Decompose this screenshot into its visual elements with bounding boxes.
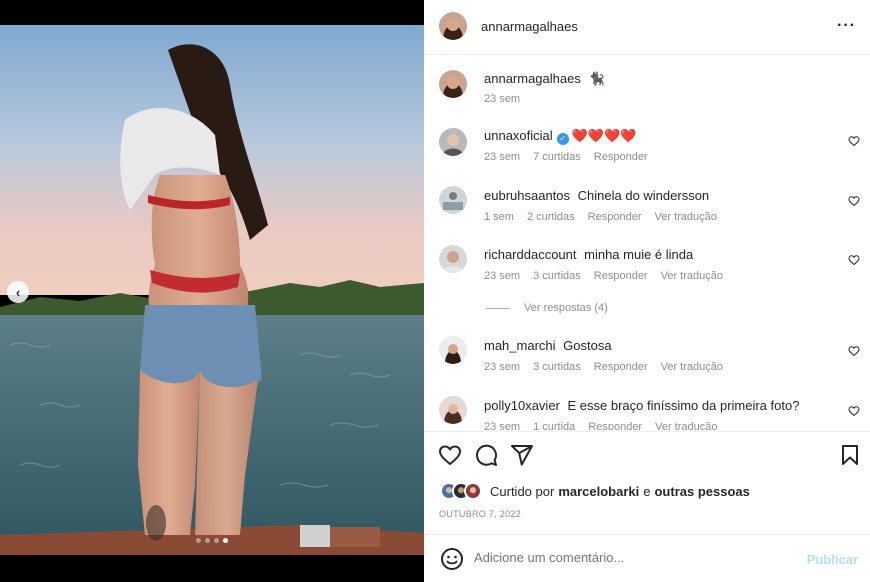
reply-button[interactable]: Responder: [588, 211, 642, 223]
comment-like-heart-icon[interactable]: [848, 195, 860, 207]
liker-avatars: [440, 482, 486, 500]
comment-avatar[interactable]: [439, 186, 467, 214]
author-avatar[interactable]: [439, 12, 467, 40]
caption-avatar[interactable]: [439, 70, 467, 98]
view-replies-button[interactable]: Ver respostas (4): [486, 302, 608, 314]
comment-avatar[interactable]: [439, 128, 467, 156]
comment-text: E esse braço finíssimo da primeira foto?: [567, 398, 800, 413]
comment-time[interactable]: 1 sem: [484, 211, 514, 223]
post-media: ‹: [0, 0, 424, 582]
post-photo[interactable]: [0, 25, 424, 555]
author-username[interactable]: annarmagalhaes: [481, 19, 578, 34]
comment-avatar[interactable]: [439, 336, 467, 364]
comment-username[interactable]: mah_marchi: [484, 338, 556, 353]
post-modal: ‹ annarmagalhaes ··· annarmagalhae: [0, 0, 870, 582]
comments-list[interactable]: annarmagalhaes 🐈‍⬛ 23 sem unnaxoficial ✓ ❤…: [424, 56, 870, 430]
comment-time[interactable]: 23 sem: [484, 361, 520, 373]
comment-likes[interactable]: 3 curtidas: [533, 270, 581, 282]
comment-likes[interactable]: 2 curtidas: [527, 211, 575, 223]
more-horizontal-icon[interactable]: ···: [837, 17, 856, 35]
liker-avatar[interactable]: [464, 482, 482, 500]
carousel-dot-active: [223, 538, 228, 543]
comment-like-heart-icon[interactable]: [848, 254, 860, 266]
comment-avatar[interactable]: [439, 245, 467, 273]
reply-button[interactable]: Responder: [594, 151, 648, 163]
comment-like-heart-icon[interactable]: [848, 135, 860, 147]
comment-username[interactable]: richarddaccount: [484, 247, 577, 262]
reply-button[interactable]: Responder: [594, 270, 648, 282]
liked-by-others[interactable]: outras pessoas: [654, 484, 749, 499]
comment-username[interactable]: polly10xavier: [484, 398, 560, 413]
liked-by-prefix: Curtido por: [490, 483, 555, 499]
carousel-dot: [205, 538, 210, 543]
carousel-dot: [214, 538, 219, 543]
add-comment-bar: Publicar: [424, 534, 870, 582]
comment-time[interactable]: 23 sem: [484, 270, 520, 282]
reply-button[interactable]: Responder: [588, 421, 642, 430]
comment-time[interactable]: 23 sem: [484, 421, 520, 430]
post-side-panel: annarmagalhaes ··· annarmagalhaes 🐈‍⬛ 23…: [424, 0, 870, 582]
carousel-prev-button[interactable]: ‹: [7, 281, 29, 303]
comment-avatar[interactable]: [439, 396, 467, 424]
comment-like-heart-icon[interactable]: [848, 345, 860, 357]
liked-by-conjunction: e: [643, 483, 651, 499]
post-header: annarmagalhaes ···: [424, 0, 870, 55]
comment-like-heart-icon[interactable]: [848, 405, 860, 417]
translate-button[interactable]: Ver tradução: [661, 270, 723, 282]
emoji-icon[interactable]: [440, 547, 464, 571]
translate-button[interactable]: Ver tradução: [655, 421, 717, 430]
comment-text: Gostosa: [563, 338, 612, 353]
translate-button[interactable]: Ver tradução: [655, 211, 717, 223]
comment-username[interactable]: eubruhsaantos: [484, 188, 570, 203]
reply-button[interactable]: Responder: [594, 361, 648, 373]
caption-text: 🐈‍⬛: [588, 71, 605, 86]
liked-by: Curtido por marcelobarki e outras pessoa…: [440, 482, 750, 500]
caption-username[interactable]: annarmagalhaes: [484, 71, 581, 86]
comment-likes[interactable]: 3 curtidas: [533, 361, 581, 373]
verified-badge-icon: ✓: [556, 133, 569, 145]
comment-likes[interactable]: 1 curtida: [533, 421, 575, 430]
post-date[interactable]: OUTUBRO 7, 2022: [439, 509, 521, 519]
bookmark-icon[interactable]: [838, 443, 862, 467]
translate-button[interactable]: Ver tradução: [661, 361, 723, 373]
send-icon[interactable]: [510, 443, 534, 467]
chevron-left-icon: ‹: [15, 284, 21, 300]
carousel-dots: [196, 538, 228, 543]
comment-text: ❤️❤️❤️❤️: [571, 128, 637, 143]
comment-input[interactable]: [474, 550, 774, 565]
publish-button[interactable]: Publicar: [807, 552, 858, 567]
comment-text: Chinela do windersson: [577, 188, 710, 203]
caption-time[interactable]: 23 sem: [484, 93, 520, 105]
comment-icon[interactable]: [474, 443, 498, 467]
replies-divider: [486, 307, 510, 309]
comment-likes[interactable]: 7 curtidas: [533, 151, 581, 163]
liked-by-user[interactable]: marcelobarki: [558, 484, 639, 499]
heart-icon[interactable]: [438, 443, 462, 467]
comment-time[interactable]: 23 sem: [484, 151, 520, 163]
view-replies-label[interactable]: Ver respostas (4): [524, 302, 608, 314]
post-actions: Curtido por marcelobarki e outras pessoa…: [424, 431, 870, 533]
comment-text: minha muie é linda: [584, 247, 694, 262]
carousel-dot: [196, 538, 201, 543]
comment-username[interactable]: unnaxoficial: [484, 128, 553, 143]
